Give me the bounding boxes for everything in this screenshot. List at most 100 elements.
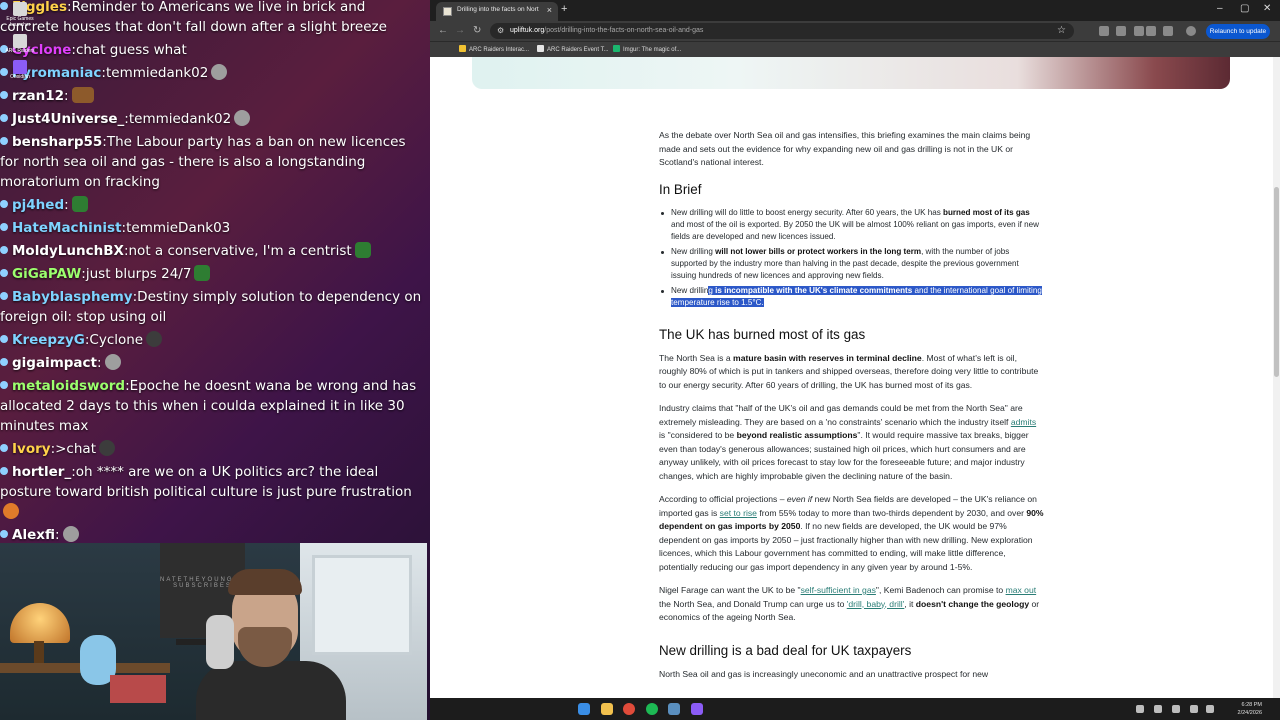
link-max-out[interactable]: max out	[1006, 585, 1037, 595]
badge-icon	[0, 335, 8, 343]
link-admits[interactable]: admits	[1011, 417, 1036, 427]
site-info-icon[interactable]: ⚙	[497, 26, 504, 35]
tray-icon[interactable]	[1136, 705, 1144, 713]
bookmark-star-icon[interactable]: ☆	[1057, 25, 1066, 36]
chat-text: >chat	[55, 441, 96, 457]
emote-icon	[234, 110, 251, 126]
scrollbar-thumb[interactable]	[1274, 187, 1279, 377]
spotify-icon[interactable]	[646, 703, 658, 715]
close-tab-icon[interactable]: ×	[547, 5, 552, 15]
emote-icon	[104, 354, 121, 370]
chat-text: not a conservative, I'm a centrist	[128, 243, 352, 259]
desktop-icon-epic-games[interactable]: Epic Games Launcher	[2, 2, 38, 28]
link-self-sufficient[interactable]: self-sufficient in gas	[801, 585, 876, 595]
bookmark-item[interactable]: ARC Raiders Interac...	[459, 45, 529, 53]
list-item: New drilling will not lower bills or pro…	[659, 246, 1044, 282]
chat-message: HateMachinist:temmieDank03	[0, 217, 430, 240]
emote-icon	[71, 87, 94, 103]
taskbar-clock[interactable]: 6:28 PM 2/24/2026	[1238, 701, 1262, 717]
desktop-icon-obsidian[interactable]: Obsidian	[2, 60, 38, 80]
badge-icon	[0, 444, 8, 452]
extension-icon-2[interactable]	[1116, 26, 1126, 36]
chat-text: temmiedank02	[128, 111, 232, 127]
chat-message: Just4Universe_:temmiedank02	[0, 108, 430, 131]
chat-message: Eiggles:Reminder to Americans we live in…	[0, 0, 430, 39]
link-drill-baby-drill[interactable]: 'drill, baby, drill'	[847, 599, 905, 609]
hero-image	[472, 57, 1230, 89]
chat-username[interactable]: HateMachinist	[12, 220, 122, 236]
intro-paragraph: As the debate over North Sea oil and gas…	[659, 130, 1031, 167]
article-body: As the debate over North Sea oil and gas…	[659, 129, 1044, 691]
chrome-icon[interactable]	[623, 703, 635, 715]
new-tab-icon[interactable]: +	[561, 3, 567, 15]
close-window-icon[interactable]: ✕	[1263, 3, 1271, 14]
downloads-icon[interactable]	[1146, 26, 1156, 36]
chat-message: KreepzyG:Cyclone	[0, 329, 430, 352]
chat-username[interactable]: Just4Universe_	[12, 111, 124, 127]
back-icon[interactable]: ←	[438, 25, 448, 36]
scrollbar[interactable]	[1273, 57, 1280, 698]
badge-icon	[0, 381, 8, 389]
extensions-puzzle-icon[interactable]	[1134, 26, 1144, 36]
page-viewport: As the debate over North Sea oil and gas…	[430, 57, 1280, 698]
obsidian-icon	[13, 60, 27, 74]
chat-username[interactable]: GiGaPAW	[12, 266, 81, 282]
chat-username[interactable]: Babyblasphemy	[12, 289, 133, 305]
bookmarks-bar: ARC Raiders Interac... ARC Raiders Event…	[430, 41, 1280, 57]
extension-icon-1[interactable]	[1099, 26, 1109, 36]
badge-icon	[0, 530, 8, 538]
chat-message: rzan12:	[0, 85, 430, 108]
badge-icon	[0, 292, 8, 300]
badge-icon	[0, 91, 8, 99]
chat-message: MoldyLunchBX:not a conservative, I'm a c…	[0, 240, 430, 263]
split-view-icon[interactable]	[1163, 26, 1173, 36]
chat-username[interactable]: metaloidsword	[12, 378, 125, 394]
profile-icon[interactable]	[1186, 26, 1196, 36]
emote-icon	[211, 64, 228, 80]
steam-icon[interactable]	[668, 703, 680, 715]
url-text: upliftuk.org/post/drilling-into-the-fact…	[510, 27, 704, 34]
tray-icon[interactable]	[1172, 705, 1180, 713]
desktop-icons: Epic Games Launcher ARC Raiders Obsidian	[2, 2, 42, 86]
chat-username[interactable]: Ivory	[12, 441, 51, 457]
emote-icon	[98, 440, 115, 456]
start-icon[interactable]	[578, 703, 590, 715]
heading-burned-gas: The UK has burned most of its gas	[659, 326, 866, 342]
chat-username[interactable]: MoldyLunchBX	[12, 243, 124, 259]
chat-username[interactable]: bensharp55	[12, 134, 102, 150]
obsidian-icon[interactable]	[691, 703, 703, 715]
bookmark-item[interactable]: Imgur: The magic of...	[613, 45, 681, 53]
tray-icon[interactable]	[1154, 705, 1162, 713]
wifi-icon[interactable]	[1190, 705, 1198, 713]
paragraph: Nigel Farage can want the UK to be "self…	[659, 585, 1040, 622]
emote-icon	[62, 526, 79, 542]
address-bar[interactable]: ⚙ upliftuk.org/post/drilling-into-the-fa…	[490, 23, 1074, 39]
relaunch-button[interactable]: Relaunch to update	[1206, 24, 1270, 39]
text-selection: g is incompatible with the UK's climate …	[671, 285, 1042, 307]
paragraph: North Sea oil and gas is increasingly un…	[659, 668, 989, 679]
chat-username[interactable]: KreepzyG	[12, 332, 85, 348]
tab-active[interactable]: Drilling into the facts on North ×	[436, 2, 558, 21]
reload-icon[interactable]: ↻	[473, 25, 481, 36]
chat-username[interactable]: gigaimpact	[12, 355, 97, 371]
bookmark-item[interactable]: ARC Raiders Event T...	[537, 45, 609, 53]
chat-message: hortler_:oh **** are we on a UK politics…	[0, 461, 430, 524]
tab-bar: Drilling into the facts on North × + – ▢…	[430, 0, 1280, 21]
forward-icon[interactable]: →	[455, 25, 465, 36]
bookmark-favicon-icon	[613, 45, 620, 52]
link-set-to-rise[interactable]: set to rise	[720, 508, 757, 518]
minimize-icon[interactable]: –	[1217, 3, 1223, 14]
chat-username[interactable]: rzan12	[12, 88, 64, 104]
browser-window: Drilling into the facts on North × + – ▢…	[430, 0, 1280, 698]
maximize-icon[interactable]: ▢	[1240, 3, 1249, 14]
chat-username[interactable]: pj4hed	[12, 197, 64, 213]
toolbar: ← → ↻ ⚙ upliftuk.org/post/drilling-into-…	[430, 21, 1280, 41]
file-explorer-icon[interactable]	[601, 703, 613, 715]
volume-icon[interactable]	[1206, 705, 1214, 713]
page-favicon-icon	[443, 7, 452, 16]
chat-username[interactable]: Alexfi	[12, 527, 55, 543]
chat-message: Ivory:>chat	[0, 438, 430, 461]
chat-username[interactable]: hortler_	[12, 464, 71, 480]
desktop-icon-arc-raiders[interactable]: ARC Raiders	[2, 34, 38, 54]
streamer-hair	[228, 569, 302, 595]
